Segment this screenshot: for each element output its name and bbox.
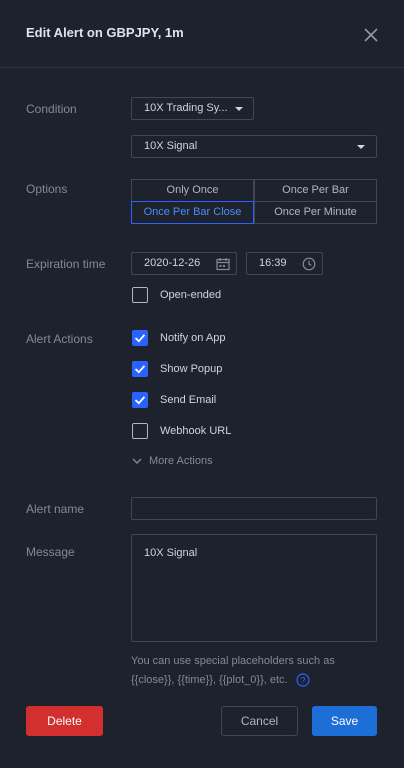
message-label: Message (26, 545, 75, 559)
chevron-down-icon (235, 107, 243, 111)
option-only-once[interactable]: Only Once (131, 179, 254, 202)
checkmark-icon (134, 334, 146, 343)
expiration-time-value: 16:39 (259, 257, 287, 269)
open-ended-checkbox[interactable] (132, 287, 148, 303)
placeholder-hint-text: {{close}}, {{time}}, {{plot_0}}, etc. (131, 673, 288, 686)
dialog-header: Edit Alert on GBPJPY, 1m (0, 0, 404, 68)
message-textarea[interactable]: 10X Signal (131, 534, 377, 642)
notify-on-app-checkbox[interactable] (132, 330, 148, 346)
close-icon[interactable] (362, 26, 380, 44)
more-actions-toggle[interactable]: More Actions (131, 455, 213, 467)
open-ended-label: Open-ended (160, 289, 222, 301)
calendar-icon (216, 258, 230, 271)
expiration-date-input[interactable]: 2020-12-26 (131, 252, 237, 275)
show-popup-checkbox[interactable] (132, 361, 148, 377)
condition-indicator-value: 10X Trading Sy... (144, 102, 228, 114)
checkmark-icon (134, 365, 146, 374)
message-value: 10X Signal (144, 547, 198, 559)
alert-actions-label: Alert Actions (26, 332, 93, 346)
dialog-title: Edit Alert on GBPJPY, 1m (26, 25, 184, 40)
save-button[interactable]: Save (312, 706, 377, 736)
clock-icon (302, 257, 316, 271)
expiration-time-input[interactable]: 16:39 (246, 252, 323, 275)
webhook-url-label: Webhook URL (160, 425, 232, 437)
delete-button[interactable]: Delete (26, 706, 103, 736)
option-once-per-bar-close[interactable]: Once Per Bar Close (131, 201, 254, 224)
more-actions-label: More Actions (149, 455, 213, 467)
send-email-label: Send Email (160, 394, 217, 406)
alert-name-input[interactable] (131, 497, 377, 520)
svg-text:?: ? (300, 675, 305, 685)
condition-signal-value: 10X Signal (144, 140, 198, 152)
chevron-down-icon (357, 145, 365, 149)
expiration-label: Expiration time (26, 257, 106, 271)
show-popup-label: Show Popup (160, 363, 223, 375)
cancel-button[interactable]: Cancel (221, 706, 298, 736)
alert-name-label: Alert name (26, 502, 85, 516)
placeholder-hint-line2: {{close}}, {{time}}, {{plot_0}}, etc. ? (131, 673, 310, 687)
checkmark-icon (134, 396, 146, 405)
chevron-down-icon (132, 458, 142, 465)
option-once-per-minute[interactable]: Once Per Minute (254, 201, 377, 224)
expiration-date-value: 2020-12-26 (144, 257, 201, 269)
condition-indicator-select[interactable]: 10X Trading Sy... (131, 97, 254, 120)
condition-label: Condition (26, 102, 77, 116)
options-label: Options (26, 182, 68, 196)
notify-on-app-label: Notify on App (160, 332, 226, 344)
webhook-url-checkbox[interactable] (132, 423, 148, 439)
option-once-per-bar[interactable]: Once Per Bar (254, 179, 377, 202)
condition-signal-select[interactable]: 10X Signal (131, 135, 377, 158)
placeholder-hint-line1: You can use special placeholders such as (131, 655, 335, 667)
send-email-checkbox[interactable] (132, 392, 148, 408)
help-icon[interactable]: ? (296, 673, 310, 687)
